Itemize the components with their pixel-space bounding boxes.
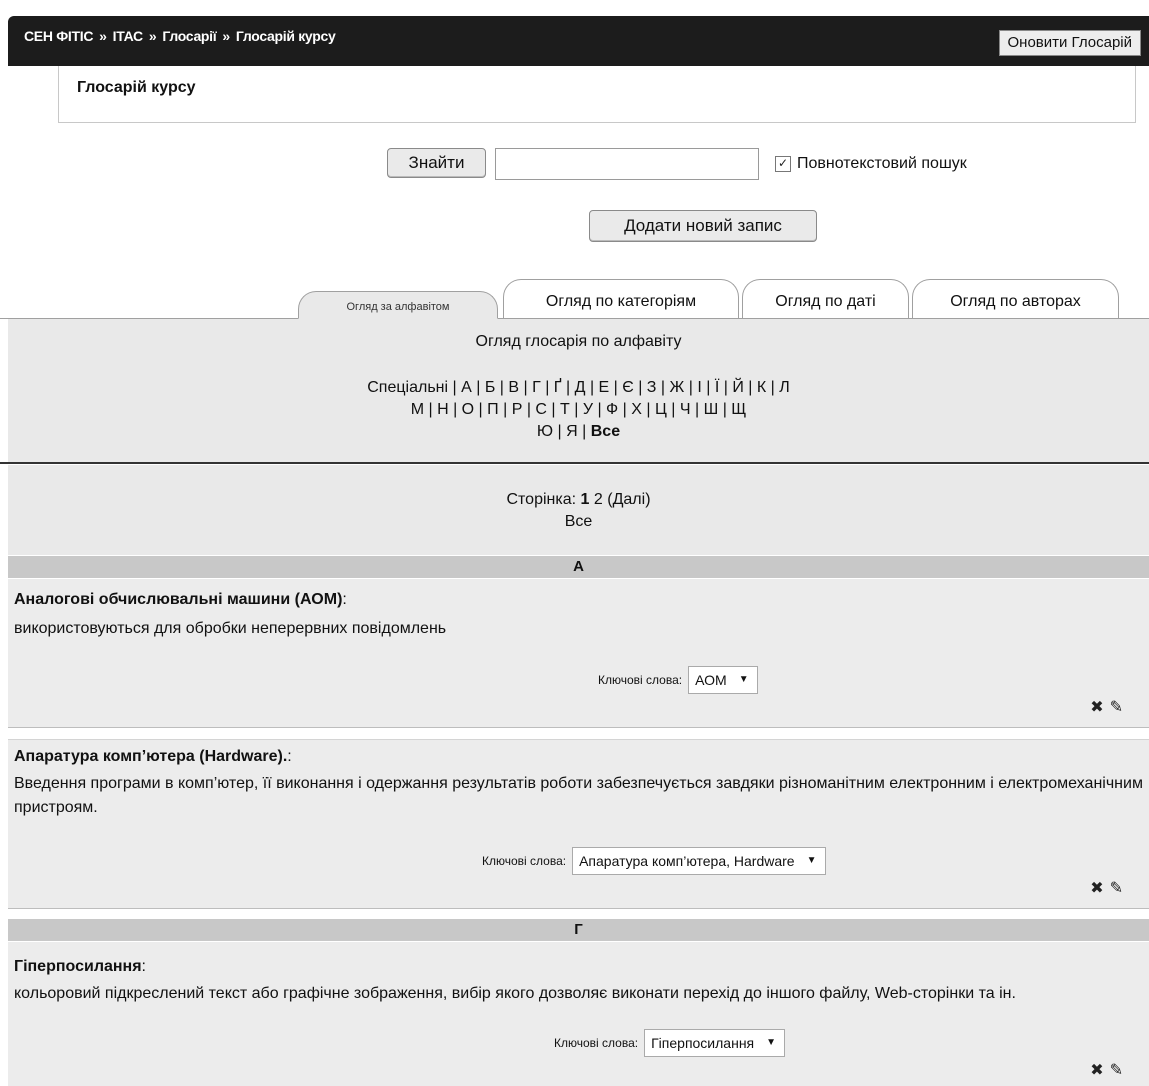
browse-tabs: Огляд за алфавітом Огляд по категоріям О… bbox=[0, 278, 1149, 319]
keywords: Ключові слова: Гіперпосилання ▼ bbox=[554, 1029, 786, 1057]
breadcrumb-item[interactable]: ІТАС bbox=[113, 28, 144, 44]
keywords-select[interactable]: Апаратура комп’ютера, Hardware ▼ bbox=[572, 847, 826, 875]
tab-date[interactable]: Огляд по даті bbox=[742, 279, 909, 318]
tab-authors[interactable]: Огляд по авторах bbox=[912, 279, 1119, 318]
keywords-select[interactable]: АОМ ▼ bbox=[688, 666, 758, 694]
entry-actions: ✖ ✎ bbox=[1084, 697, 1123, 717]
fulltext-checkbox[interactable]: ✓ bbox=[775, 156, 791, 172]
breadcrumb-separator: » bbox=[99, 28, 107, 44]
entry-term: Аналогові обчислювальні машини (АОМ) bbox=[14, 591, 343, 608]
entry-actions: ✖ ✎ bbox=[1084, 1060, 1123, 1080]
breadcrumb-item[interactable]: СЕН ФІТІС bbox=[24, 28, 93, 44]
entry-definition: використовуються для обробки неперервних… bbox=[14, 620, 447, 637]
breadcrumb-item[interactable]: Глосарії bbox=[162, 28, 216, 44]
divider bbox=[0, 462, 1149, 464]
keywords-value: АОМ bbox=[695, 672, 727, 688]
keywords-select[interactable]: Гіперпосилання ▼ bbox=[644, 1029, 786, 1057]
search-button[interactable]: Знайти bbox=[387, 148, 486, 178]
keywords: Ключові слова: АОМ ▼ bbox=[598, 666, 758, 694]
chevron-down-icon: ▼ bbox=[766, 1037, 777, 1048]
delete-icon[interactable]: ✖ bbox=[1090, 1062, 1103, 1079]
entry-term-suffix: : bbox=[342, 591, 347, 608]
entry-definition: кольоровий підкреслений текст або графіч… bbox=[14, 985, 1016, 1002]
edit-icon[interactable]: ✎ bbox=[1110, 699, 1123, 716]
navbar: СЕН ФІТІС» ІТАС» Глосарії» Глосарій курсу О… bbox=[8, 16, 1149, 66]
delete-icon[interactable]: ✖ bbox=[1090, 699, 1103, 716]
update-glossary-button[interactable]: Оновити Глосарій bbox=[998, 30, 1141, 56]
page-title: Глосарій курсу bbox=[77, 79, 196, 96]
glossary-entry: Аналогові обчислювальні машини (АОМ): ви… bbox=[8, 579, 1149, 728]
keywords-value: Гіперпосилання bbox=[651, 1035, 755, 1051]
letter-all: Все bbox=[590, 423, 621, 440]
section-letter: А bbox=[8, 556, 1149, 578]
letter-line-prefix[interactable]: Ю | Я | bbox=[537, 423, 586, 440]
browse-title: Огляд глосарія по алфавіту bbox=[475, 333, 682, 350]
letter-line: Ю | Я | Все bbox=[8, 421, 1149, 443]
letter-line[interactable]: М | Н | О | П | Р | С | Т | У | Ф | Х | … bbox=[8, 399, 1149, 421]
section-letter: Г bbox=[8, 919, 1149, 941]
delete-icon[interactable]: ✖ bbox=[1090, 880, 1103, 897]
breadcrumb-separator: » bbox=[222, 28, 230, 44]
add-entry-button[interactable]: Додати новий запис bbox=[589, 210, 817, 242]
entry-definition: Введення програми в комп’ютер, її викона… bbox=[14, 775, 1143, 816]
breadcrumb: СЕН ФІТІС» ІТАС» Глосарії» Глосарій курсу bbox=[24, 28, 336, 44]
glossary-entry: Апаратура комп’ютера (Hardware).: Введен… bbox=[8, 739, 1149, 909]
tab-alphabet[interactable]: Огляд за алфавітом bbox=[298, 291, 498, 319]
page-label: Сторінка: bbox=[506, 491, 577, 508]
entry-term: Апаратура комп’ютера (Hardware). bbox=[14, 748, 288, 765]
entry-term: Гіперпосилання bbox=[14, 958, 142, 975]
chevron-down-icon: ▼ bbox=[738, 674, 749, 685]
letter-line[interactable]: Спеціальні | А | Б | В | Г | Ґ | Д | Е |… bbox=[8, 377, 1149, 399]
breadcrumb-separator: » bbox=[148, 28, 157, 44]
next-page-link[interactable]: (Далі) bbox=[607, 491, 650, 508]
keywords-label: Ключові слова: bbox=[482, 854, 567, 868]
entry-actions: ✖ ✎ bbox=[1084, 878, 1123, 898]
fulltext-label: Повнотекстовий пошук bbox=[797, 155, 967, 172]
edit-icon[interactable]: ✎ bbox=[1110, 1062, 1123, 1079]
tab-categories[interactable]: Огляд по категоріям bbox=[503, 279, 739, 318]
fulltext-search-option[interactable]: ✓ Повнотекстовий пошук bbox=[775, 155, 967, 173]
keywords: Ключові слова: Апаратура комп’ютера, Har… bbox=[482, 847, 826, 875]
glossary-heading-box: Глосарій курсу bbox=[58, 66, 1136, 123]
keywords-label: Ключові слова: bbox=[598, 673, 683, 687]
page-all-link[interactable]: Все bbox=[565, 513, 593, 530]
chevron-down-icon: ▼ bbox=[806, 855, 817, 866]
page-current: 1 bbox=[580, 491, 590, 508]
search-input[interactable] bbox=[495, 148, 759, 180]
breadcrumb-current: Глосарій курсу bbox=[235, 28, 336, 44]
letter-index: Спеціальні | А | Б | В | Г | Ґ | Д | Е |… bbox=[8, 377, 1149, 443]
pagination: Сторінка: 1 2 (Далі) Все bbox=[8, 465, 1149, 555]
page-link[interactable]: 2 bbox=[594, 491, 603, 508]
entry-term-suffix: : bbox=[287, 748, 292, 765]
glossary-entry: Гіперпосилання: кольоровий підкреслений … bbox=[8, 942, 1149, 1086]
keywords-label: Ключові слова: bbox=[554, 1036, 639, 1050]
edit-icon[interactable]: ✎ bbox=[1110, 880, 1123, 897]
keywords-value: Апаратура комп’ютера, Hardware bbox=[579, 853, 795, 869]
alphabet-panel: Огляд глосарія по алфавіту Спеціальні | … bbox=[8, 319, 1149, 464]
entry-term-suffix: : bbox=[141, 958, 146, 975]
